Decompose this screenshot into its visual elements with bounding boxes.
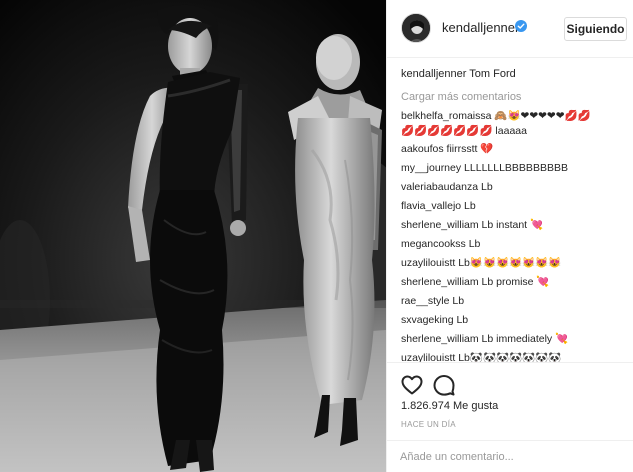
comment-username-link[interactable]: uzaylilouistt (401, 352, 455, 362)
comment-item: rae__style Lb (401, 294, 464, 308)
comment-text: LLLLLLLBBBBBBBBB (464, 162, 568, 174)
comment-item: sherlene_william Lb promise 💘 (401, 275, 549, 289)
runway-photo-illustration (0, 0, 386, 472)
comment-username-link[interactable]: sherlene_william (401, 276, 479, 288)
speech-bubble-icon[interactable] (432, 373, 456, 397)
comment-item: 💋💋💋💋💋💋💋 laaaaa (401, 124, 527, 138)
avatar[interactable] (401, 13, 431, 43)
comment-username-link[interactable]: my__journey (401, 162, 461, 174)
following-button[interactable]: Siguiendo (564, 17, 627, 41)
comment-text: 🙈😻❤❤❤❤❤💋💋 (494, 110, 591, 122)
instagram-post: kendalljenner Siguiendo kendalljenner To… (0, 0, 633, 472)
comment-username-link[interactable]: belkhelfa_romaissa (401, 110, 491, 122)
post-photo[interactable] (0, 0, 386, 472)
comment-item: aakoufos fiirrsstt 💔 (401, 142, 493, 156)
caption-text: Tom Ford (469, 68, 516, 80)
caption-username-link[interactable]: kendalljenner (401, 68, 466, 80)
comment-username-link[interactable]: uzaylilouistt (401, 257, 455, 269)
comment-item: belkhelfa_romaissa 🙈😻❤❤❤❤❤💋💋 (401, 109, 591, 123)
comments-list[interactable]: kendalljenner Tom Ford Cargar más coment… (401, 66, 627, 362)
load-more-comments-link[interactable]: Cargar más comentarios (401, 91, 521, 103)
comment-item: flavia_vallejo Lb (401, 199, 476, 213)
heart-outline-icon[interactable] (400, 373, 424, 397)
comment-text: Lb immediately 💘 (481, 333, 569, 345)
comment-text: Lb promise 💘 (481, 276, 550, 288)
comment-username-link[interactable]: megancookss (401, 238, 466, 250)
comment-text: Lb😻😻😻😻😻😻😻 (458, 257, 562, 269)
comment-item: valeriabaudanza Lb (401, 180, 493, 194)
post-side-panel: kendalljenner Siguiendo kendalljenner To… (386, 0, 633, 472)
comment-text: Lb (464, 200, 476, 212)
likes-count[interactable]: 1.826.974 Me gusta (401, 400, 498, 412)
comment-text: 💋💋💋💋💋💋💋 laaaaa (401, 125, 527, 137)
comment-item: sherlene_william Lb instant 💘 (401, 218, 543, 232)
post-actions: 1.826.974 Me gusta HACE UN DÍA (387, 362, 633, 442)
post-header: kendalljenner Siguiendo (387, 0, 633, 58)
comment-username-link[interactable]: sxvageking (401, 314, 454, 326)
comment-text: fiirrsstt 💔 (446, 143, 494, 155)
comment-item: megancookss Lb (401, 237, 480, 251)
comment-username-link[interactable]: sherlene_william (401, 219, 479, 231)
comment-item: uzaylilouistt Lb🐼🐼🐼🐼🐼🐼🐼 (401, 351, 561, 362)
comment-username-link[interactable]: valeriabaudanza (401, 181, 478, 193)
comment-item: uzaylilouistt Lb😻😻😻😻😻😻😻 (401, 256, 561, 270)
comment-text: Lb (452, 295, 465, 307)
comment-item: sherlene_william Lb immediately 💘 (401, 332, 568, 346)
comment-username-link[interactable]: aakoufos (401, 143, 444, 155)
add-comment-input[interactable] (400, 447, 620, 467)
comment-text: Lb instant 💘 (481, 219, 544, 231)
comment-item: my__journey LLLLLLLBBBBBBBBB (401, 161, 568, 175)
comment-item: sxvageking Lb (401, 313, 468, 327)
comment-text: Lb (456, 314, 469, 326)
comment-text: Lb (480, 181, 493, 193)
comment-username-link[interactable]: sherlene_william (401, 333, 479, 345)
add-comment-section (387, 440, 633, 472)
post-timestamp[interactable]: HACE UN DÍA (401, 420, 456, 429)
verified-badge-icon (515, 20, 527, 32)
comment-text: Lb🐼🐼🐼🐼🐼🐼🐼 (458, 352, 562, 362)
comment-username-link[interactable]: rae__style (401, 295, 449, 307)
comment-text: Lb (468, 238, 481, 250)
post-caption: kendalljenner Tom Ford (401, 68, 516, 80)
avatar-image (402, 14, 430, 42)
comment-username-link[interactable]: flavia_vallejo (401, 200, 461, 212)
header-username-link[interactable]: kendalljenner (442, 20, 519, 35)
